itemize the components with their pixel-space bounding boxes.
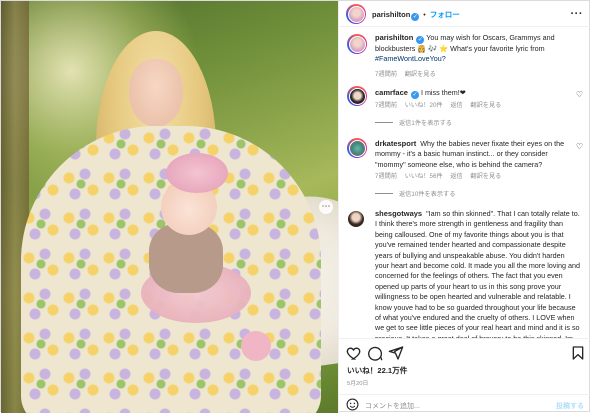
comment-username[interactable]: shesgotways (375, 209, 422, 218)
instagram-post: ⋯ parishilton ✓ • フォロー ··· parishilton ✓ Y… (0, 0, 590, 413)
smiley-icon[interactable] (346, 398, 359, 411)
add-comment-bar: コメントを追加... 投稿する (339, 394, 590, 414)
view-replies[interactable]: 返信1件を表示する (375, 118, 452, 127)
translate-button[interactable]: 翻訳を見る (470, 102, 501, 109)
author-avatar[interactable] (346, 4, 366, 24)
pink-bow (166, 153, 228, 193)
comment-item: drkatesport Why the babies never fixate … (347, 138, 587, 200)
follow-button[interactable]: フォロー (430, 10, 460, 19)
caption-avatar[interactable] (347, 34, 367, 54)
comment-likes[interactable]: いいね！20件 (405, 102, 443, 109)
comment-text: camrface ✓ I miss them!❤ (375, 88, 565, 99)
caption-meta: 7週間前 翻訳を見る (375, 69, 442, 78)
like-count[interactable]: いいね！22.1万件 (347, 365, 407, 376)
comment-input[interactable]: コメントを追加... (365, 401, 420, 411)
post-date[interactable]: 5月20日 (347, 378, 368, 387)
comment-like-icon[interactable]: ♡ (576, 90, 583, 99)
comment-username[interactable]: camrface (375, 88, 408, 97)
view-replies-label: 返信10件を表示する (399, 191, 456, 198)
view-replies-label: 返信1件を表示する (399, 120, 452, 127)
baby-shoe (241, 331, 271, 361)
translate-button[interactable]: 翻訳を見る (470, 173, 501, 180)
photo-options-button[interactable]: ⋯ (319, 200, 333, 214)
comment-meta: 7週間前 いいね！20件 返信 翻訳を見る (375, 100, 507, 109)
verified-badge-icon: ✓ (411, 13, 420, 21)
more-options-button[interactable]: ··· (571, 8, 584, 20)
verified-badge-icon: ✓ (416, 36, 425, 44)
comment-username[interactable]: drkatesport (375, 139, 416, 148)
comment-item: camrface ✓ I miss them!❤ ♡ 7週間前 いいね！20件 返… (347, 86, 587, 128)
replies-divider (375, 122, 393, 123)
comment-body: I miss them!❤ (420, 88, 466, 97)
view-replies[interactable]: 返信10件を表示する (375, 189, 455, 198)
header-separator: • (423, 12, 426, 19)
comment-body: "Iam so thin skinned". That I can totall… (375, 209, 580, 338)
post-comment-button[interactable]: 投稿する (556, 401, 584, 411)
author-username[interactable]: parishilton (372, 10, 410, 19)
caption-text: parishilton ✓ You may wish for Oscars, Gr… (375, 33, 580, 65)
comment-bubble-icon[interactable] (367, 345, 383, 361)
commenter-avatar[interactable] (347, 138, 367, 158)
hashtag-link[interactable]: #FameWontLoveYou? (375, 54, 446, 63)
verified-badge-icon: ✓ (410, 91, 419, 99)
caption-item: parishilton ✓ You may wish for Oscars, Gr… (347, 32, 587, 78)
caption-username[interactable]: parishilton (375, 33, 413, 42)
comment-like-icon[interactable]: ♡ (576, 142, 583, 151)
post-photo[interactable]: ⋯ (1, 1, 338, 413)
comment-meta: 7週間前 いいね！56件 返信 翻訳を見る (375, 171, 507, 180)
comment-item: shesgotways "Iam so thin skinned". That … (347, 208, 587, 338)
dots-icon: ⋯ (321, 201, 331, 211)
mother-face (129, 59, 183, 127)
reply-button[interactable]: 返信 (450, 173, 462, 180)
caption-time: 7週間前 (375, 71, 398, 78)
comment-time: 7週間前 (375, 102, 398, 109)
comment-likes[interactable]: いいね！56件 (405, 173, 443, 180)
bookmark-icon[interactable] (570, 345, 586, 361)
comment-list[interactable]: parishilton ✓ You may wish for Oscars, Gr… (339, 28, 590, 338)
comment-time: 7週間前 (375, 173, 398, 180)
caption-translate[interactable]: 翻訳を見る (405, 71, 436, 78)
post-actions: いいね！22.1万件 5月20日 コメントを追加... 投稿する (339, 338, 590, 413)
comment-text: shesgotways "Iam so thin skinned". That … (375, 209, 580, 338)
replies-divider (375, 193, 393, 194)
post-sidebar: parishilton ✓ • フォロー ··· parishilton ✓ You… (338, 1, 590, 413)
post-header: parishilton ✓ • フォロー ··· (339, 1, 590, 27)
commenter-avatar[interactable] (347, 210, 365, 228)
reply-button[interactable]: 返信 (450, 102, 462, 109)
paper-plane-icon[interactable] (388, 345, 404, 361)
commenter-avatar[interactable] (347, 86, 367, 106)
heart-outline-icon[interactable] (346, 345, 362, 361)
comment-text: drkatesport Why the babies never fixate … (375, 139, 565, 170)
